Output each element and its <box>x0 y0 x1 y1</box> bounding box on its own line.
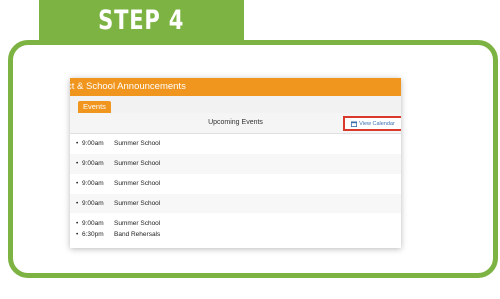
event-item[interactable]: • 9:00am Summer School <box>76 180 160 187</box>
event-item[interactable]: • 9:00am Summer School <box>76 220 160 227</box>
calendar-icon <box>351 120 358 127</box>
event-time: 6:30pm <box>82 231 104 238</box>
event-name: Summer School <box>114 160 161 167</box>
event-time: 9:00am <box>82 220 104 227</box>
events-panel-header: Upcoming Events View Calendar <box>70 113 401 134</box>
view-calendar-button[interactable]: View Calendar <box>343 116 401 131</box>
event-row: • 9:00am Summer School <box>70 134 401 155</box>
announcements-banner: ct & School Announcements <box>70 78 401 96</box>
screenshot-panel: ct & School Announcements Events Upcomin… <box>70 78 401 248</box>
tab-events[interactable]: Events <box>78 101 111 113</box>
event-name: Summer School <box>114 220 161 227</box>
event-item[interactable]: • 6:30pm Band Rehersals <box>76 231 160 238</box>
event-time: 9:00am <box>82 200 104 207</box>
event-row: • 9:00am Summer School <box>70 194 401 214</box>
event-row: • 9:00am Summer School <box>70 174 401 195</box>
view-calendar-label: View Calendar <box>359 120 395 127</box>
tab-bar: Events <box>70 96 401 113</box>
event-row: • 9:00am Summer School <box>70 154 401 175</box>
event-name: Summer School <box>114 200 161 207</box>
step-title: STEP 4 <box>98 5 185 36</box>
event-item[interactable]: • 9:00am Summer School <box>76 160 160 167</box>
event-item[interactable]: • 9:00am Summer School <box>76 140 160 147</box>
event-name: Summer School <box>114 180 161 187</box>
event-name: Band Rehersals <box>114 231 161 238</box>
event-time: 9:00am <box>82 140 104 147</box>
event-item[interactable]: • 9:00am Summer School <box>76 200 160 207</box>
step-tab: STEP 4 <box>39 0 244 41</box>
event-row: • 9:00am Summer School • 6:30pm Band Rehersal… <box>70 213 401 248</box>
event-name: Summer School <box>114 140 161 147</box>
event-time: 9:00am <box>82 160 104 167</box>
event-time: 9:00am <box>82 180 104 187</box>
